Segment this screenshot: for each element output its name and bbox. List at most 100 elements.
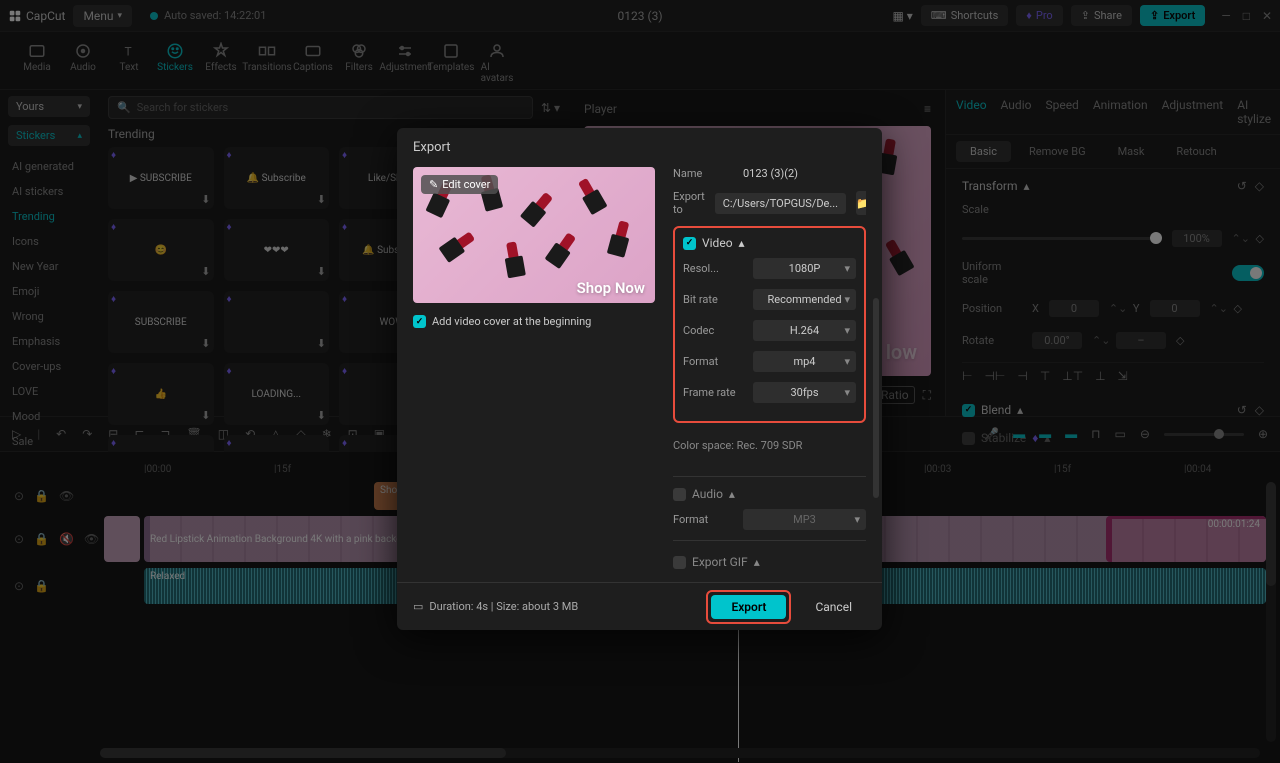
sidebar-item-icons[interactable]: Icons <box>8 229 90 254</box>
pro-button[interactable]: ♦ Pro <box>1016 5 1062 26</box>
search-input[interactable]: 🔍 Search for stickers <box>108 96 533 119</box>
gif-checkbox[interactable] <box>673 556 686 569</box>
align-center-h-icon[interactable]: ⊣⊢ <box>984 369 1005 383</box>
sticker-cell[interactable]: ♦❤❤❤⬇ <box>224 219 330 281</box>
align-top-icon[interactable]: ⊤ <box>1040 369 1050 383</box>
freeze-icon[interactable]: ❄ <box>322 427 332 441</box>
track-target-icon[interactable]: ⊙ <box>14 579 24 593</box>
pos-y[interactable]: 0 <box>1150 300 1200 317</box>
codec-select[interactable]: H.264 <box>753 320 856 341</box>
subtab-mask[interactable]: Mask <box>1104 141 1159 162</box>
scale-stepper[interactable]: ⌃⌄ <box>1232 228 1246 248</box>
timeline-h-scrollbar[interactable] <box>100 748 1260 758</box>
reset-icon[interactable]: ↺ <box>1237 403 1247 417</box>
player-menu-icon[interactable]: ≡ <box>924 102 931 116</box>
keyframe-icon[interactable]: ◇ <box>1255 179 1264 193</box>
align-right-icon[interactable]: ⊣ <box>1017 369 1027 383</box>
track-lock-icon[interactable]: 🔒 <box>34 489 49 503</box>
export-confirm-button[interactable]: Export <box>711 595 786 619</box>
sticker-cell[interactable]: ♦⬇ <box>224 291 330 353</box>
framerate-select[interactable]: 30fps <box>753 382 856 403</box>
video-badge[interactable]: 00:00:01:24 <box>1106 516 1266 562</box>
magnet-icon[interactable]: ⊓ <box>1091 427 1100 441</box>
sidebar-item-emoji[interactable]: Emoji <box>8 279 90 304</box>
tab-adjustment[interactable]: Adjustment <box>382 38 428 77</box>
keyframe-icon[interactable]: ◇ <box>1256 232 1264 245</box>
layout-icon[interactable]: ▦ ▾ <box>892 9 912 23</box>
fullscreen-icon[interactable]: ⛶ <box>923 388 931 403</box>
insp-tab-video[interactable]: Video <box>956 98 987 126</box>
pointer-tool-icon[interactable]: ▷ <box>12 427 21 441</box>
track-visible-icon[interactable]: 👁 <box>84 532 99 546</box>
track-mute-icon[interactable]: 🔇 <box>59 532 74 546</box>
sticker-cell[interactable]: ♦SUBSCRIBE⬇ <box>108 291 214 353</box>
resolution-select[interactable]: 1080P <box>753 258 856 279</box>
align-center-v-icon[interactable]: ⊥⊤ <box>1062 369 1083 383</box>
reset-icon[interactable]: ↺ <box>1237 179 1247 193</box>
sticker-cell[interactable]: ♦😊⬇ <box>108 219 214 281</box>
format-select[interactable]: mp4 <box>753 351 856 372</box>
scale-value[interactable]: 100% <box>1172 230 1222 247</box>
insp-tab-audio[interactable]: Audio <box>1001 98 1032 126</box>
track-visible-icon[interactable]: 👁 <box>59 489 74 503</box>
subtab-removebg[interactable]: Remove BG <box>1015 141 1100 162</box>
audio-format-select[interactable]: MP3 <box>743 509 866 530</box>
timeline-v-scrollbar[interactable] <box>1266 482 1276 742</box>
insp-tab-animation[interactable]: Animation <box>1093 98 1148 126</box>
insp-tab-ai[interactable]: AI stylize <box>1237 98 1271 126</box>
reverse-icon[interactable]: ⟲ <box>245 427 255 441</box>
track-lock-icon[interactable]: 🔒 <box>34 532 49 546</box>
insp-tab-speed[interactable]: Speed <box>1045 98 1078 126</box>
sidebar-item-ai-generated[interactable]: AI generated <box>8 154 90 179</box>
name-value[interactable]: 0123 (3)(2) <box>743 167 866 180</box>
mic-icon[interactable]: 🎤 <box>984 427 999 441</box>
uniform-toggle[interactable] <box>1232 265 1264 281</box>
marker1-icon[interactable]: ▬ <box>1013 427 1025 441</box>
track-target-icon[interactable]: ⊙ <box>14 532 24 546</box>
cover-thumb[interactable] <box>104 516 140 562</box>
bitrate-select[interactable]: Recommended <box>753 289 856 310</box>
cancel-button[interactable]: Cancel <box>801 595 866 619</box>
align-bottom-icon[interactable]: ⊥ <box>1095 369 1105 383</box>
blend-check[interactable]: ✓ <box>962 404 975 417</box>
modal-scrollbar[interactable] <box>873 298 879 498</box>
tab-captions[interactable]: Captions <box>290 38 336 77</box>
stabilize-check[interactable] <box>962 432 975 445</box>
split-icon[interactable]: ⊟ <box>108 427 118 441</box>
sidebar-item-sale[interactable]: Sale <box>8 429 90 454</box>
sticker-cell[interactable]: ♦🔔 Subscribe⬇ <box>224 147 330 209</box>
marker2-icon[interactable]: ▬ <box>1039 427 1051 441</box>
delete-icon[interactable]: 🗑 <box>186 427 201 441</box>
sort-icon[interactable]: ⇅ ▾ <box>541 101 560 115</box>
keyframe-icon[interactable]: ◇ <box>1255 403 1264 417</box>
tab-filters[interactable]: Filters <box>336 38 382 77</box>
sidebar-item-new-year[interactable]: New Year <box>8 254 90 279</box>
yours-pill[interactable]: Yours▾ <box>8 96 90 117</box>
tab-transitions[interactable]: Transitions <box>244 38 290 77</box>
share-icon[interactable]: ⇲ <box>1118 369 1128 383</box>
keyframe-icon[interactable]: ◇ <box>1234 302 1242 315</box>
preview-icon[interactable]: ▭ <box>1115 427 1126 441</box>
minimize-icon[interactable]: — <box>1221 9 1230 23</box>
share-button[interactable]: ⇪ Share <box>1071 5 1132 26</box>
sidebar-item-emphasis[interactable]: Emphasis <box>8 329 90 354</box>
scale-slider[interactable] <box>962 237 1162 240</box>
sticker-cell[interactable]: ♦👍⬇ <box>108 363 214 425</box>
video-checkbox[interactable]: ✓ <box>683 237 696 250</box>
crop2-icon[interactable]: ⊡ <box>348 427 358 441</box>
align-left-icon[interactable]: ⊢ <box>962 369 972 383</box>
sidebar-item-wrong[interactable]: Wrong <box>8 304 90 329</box>
edit-cover-button[interactable]: ✎ Edit cover <box>421 175 498 194</box>
sidebar-item-cover-ups[interactable]: Cover-ups <box>8 354 90 379</box>
zoom-in-icon[interactable]: ⊕ <box>1258 427 1268 441</box>
audio-checkbox[interactable] <box>673 488 686 501</box>
maximize-icon[interactable]: □ <box>1243 9 1250 23</box>
sticker-cell[interactable]: ♦❤⬇ <box>108 435 214 497</box>
tab-audio[interactable]: Audio <box>60 38 106 77</box>
close-icon[interactable]: ✕ <box>1262 9 1272 23</box>
tab-ai-avatars[interactable]: AI avatars <box>474 38 520 88</box>
tab-stickers[interactable]: Stickers <box>152 38 198 77</box>
rotate-icon[interactable]: ◇ <box>296 427 305 441</box>
rotate-value[interactable]: 0.00° <box>1032 332 1082 349</box>
tab-media[interactable]: Media <box>14 38 60 77</box>
